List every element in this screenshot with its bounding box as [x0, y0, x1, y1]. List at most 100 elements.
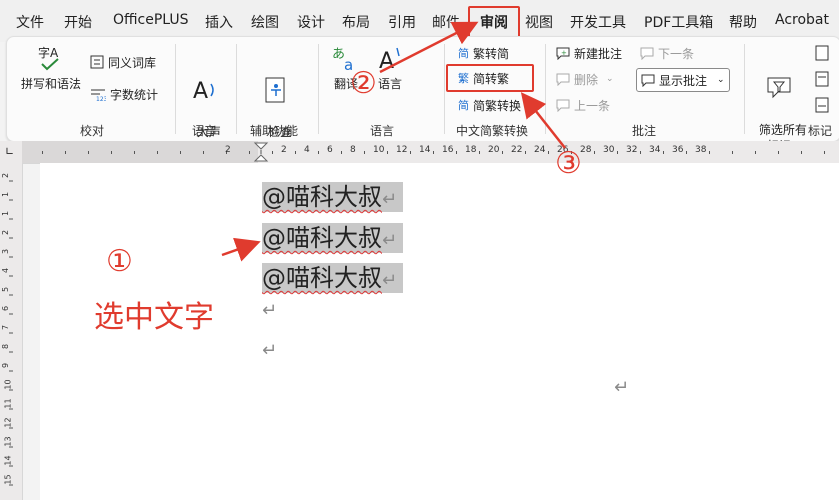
speech-group-label: 语音 [192, 124, 217, 138]
simp-trad-convert-icon: 简 [458, 99, 469, 112]
menu-acrobat[interactable]: Acrobat [775, 12, 829, 28]
word-count-label: 字数统计 [110, 87, 159, 102]
show-comments-icon [641, 74, 655, 87]
vertical-ruler-number: 1 [1, 191, 11, 198]
ruler-number: 16 [442, 145, 454, 155]
previous-comment-label: 上一条 [574, 98, 611, 113]
svg-text:A: A [193, 79, 208, 104]
vertical-ruler-number: 3 [1, 248, 11, 255]
menu-view[interactable]: 视图 [525, 12, 553, 32]
document-line[interactable]: @喵科大叔↵ [262, 182, 404, 212]
simp-trad-convert-button[interactable]: 简 简繁转换 [458, 96, 521, 114]
thesaurus-icon [90, 55, 104, 69]
new-comment-label: 新建批注 [574, 46, 623, 61]
word-count-icon: 123 [91, 89, 106, 101]
document-icon [815, 71, 829, 87]
previous-comment-button[interactable]: 上一条 [556, 96, 610, 114]
word-count-button[interactable]: 123 字数统计 [90, 85, 158, 103]
accessibility-group-label: 辅助功能 [250, 124, 299, 138]
language-label: 语言 [377, 77, 402, 91]
vertical-ruler-number: 7 [1, 324, 11, 331]
delete-comment-button[interactable]: 删除 ⌄ [556, 70, 614, 88]
filter-markup-icon [767, 77, 791, 99]
document-line[interactable]: @喵科大叔↵ [262, 223, 404, 253]
menu-pdf-toolbox[interactable]: PDF工具箱 [644, 12, 713, 32]
previous-comment-icon [556, 99, 570, 112]
ruler-number: 32 [626, 145, 638, 155]
horizontal-ruler[interactable]: 2 2 4 6 8 10 12 14 16 18 20 22 24 26 28 30 32 34 36 38 [0, 141, 839, 164]
svg-text:123: 123 [96, 96, 106, 101]
vertical-ruler-number: 2 [1, 229, 11, 236]
thesaurus-button[interactable]: 同义词库 [90, 53, 156, 71]
menu-design[interactable]: 设计 [297, 12, 325, 32]
tracking-option-1-button[interactable] [815, 44, 829, 62]
menu-references[interactable]: 引用 [388, 12, 416, 32]
ruler-number: 38 [695, 145, 707, 155]
language-group-label: 语言 [370, 124, 395, 138]
ruler-number: 22 [511, 145, 523, 155]
group-separator [744, 44, 745, 134]
document-line-text: @喵科大叔 [262, 264, 382, 292]
menu-insert[interactable]: 插入 [205, 12, 233, 32]
step3-number: ③ [555, 146, 582, 181]
svg-text:A: A [379, 49, 394, 74]
tab-stop-icon[interactable]: ∟ [5, 145, 14, 158]
tracking-option-2-button[interactable] [815, 70, 829, 88]
show-comments-label: 显示批注 [659, 73, 708, 88]
thesaurus-label: 同义词库 [108, 55, 157, 70]
ruler-number: 24 [534, 145, 546, 155]
vertical-ruler[interactable]: 2 1 1 2 3 4 5 6 7 8 9 10 11 12 13 14 15 [0, 163, 23, 500]
document-line[interactable]: @喵科大叔↵ [262, 263, 404, 293]
menu-help[interactable]: 帮助 [729, 12, 757, 32]
paragraph-mark: ↵ [614, 377, 630, 398]
check-accessibility-button[interactable]: 检查 辅助功能 [243, 44, 309, 156]
vertical-ruler-number: 2 [1, 172, 11, 179]
next-comment-button[interactable]: 下一条 [640, 44, 694, 62]
vertical-ruler-number: 9 [1, 362, 11, 369]
show-comments-button[interactable]: 显示批注 ⌄ [636, 68, 730, 92]
language-icon: A [379, 47, 400, 74]
menu-developer[interactable]: 开发工具 [570, 12, 626, 32]
menu-layout[interactable]: 布局 [342, 12, 370, 32]
step1-text: 选中文字 [94, 300, 214, 335]
ruler-number: 8 [350, 145, 356, 155]
vertical-ruler-number: 15 [3, 474, 13, 485]
spelling-grammar-button[interactable]: 字A 拼写和语法 [16, 44, 86, 92]
ruler-number: 14 [419, 145, 431, 155]
step2-number: ② [350, 66, 377, 101]
simp-trad-convert-label: 简繁转换 [473, 98, 522, 113]
menu-officeplus[interactable]: OfficePLUS [113, 12, 189, 28]
vertical-ruler-number: 13 [3, 436, 13, 447]
tracking-group-label: 标记 [808, 124, 833, 138]
menu-mailings[interactable]: 邮件 [432, 12, 460, 32]
ruler-number: 6 [327, 145, 333, 155]
group-separator [175, 44, 176, 134]
trad-to-simp-button[interactable]: 简 繁转简 [458, 44, 509, 62]
vertical-ruler-number: 5 [1, 286, 11, 293]
filter-markup-button[interactable]: 筛选所有 标记 [750, 44, 808, 154]
menu-home[interactable]: 开始 [64, 12, 92, 32]
paragraph-mark: ↵ [262, 300, 278, 321]
read-aloud-button[interactable]: A 大声 朗读 [183, 44, 227, 156]
menu-file[interactable]: 文件 [16, 12, 44, 32]
chinese-conversion-group-label: 中文简繁转换 [456, 124, 529, 138]
menu-draw[interactable]: 绘图 [251, 12, 279, 32]
paragraph-mark: ↵ [382, 189, 398, 210]
paragraph-mark: ↵ [262, 340, 278, 361]
new-comment-button[interactable]: + 新建批注 [556, 44, 622, 62]
vertical-ruler-number: 12 [3, 417, 13, 428]
review-tab-highlight [468, 6, 520, 38]
paragraph-mark: ↵ [382, 230, 398, 251]
trad-to-simp-label: 繁转简 [473, 46, 510, 61]
paragraph-mark: ↵ [382, 270, 398, 291]
tracking-option-3-button[interactable] [815, 96, 829, 114]
spelling-grammar-label: 拼写和语法 [20, 77, 81, 91]
new-comment-icon: + [556, 47, 570, 60]
group-separator [318, 44, 319, 134]
ruler-number: 18 [465, 145, 477, 155]
ruler-number: 20 [488, 145, 500, 155]
ruler-number: 12 [396, 145, 408, 155]
next-comment-label: 下一条 [658, 46, 695, 61]
ruler-number: 36 [672, 145, 684, 155]
next-comment-icon [640, 47, 654, 60]
